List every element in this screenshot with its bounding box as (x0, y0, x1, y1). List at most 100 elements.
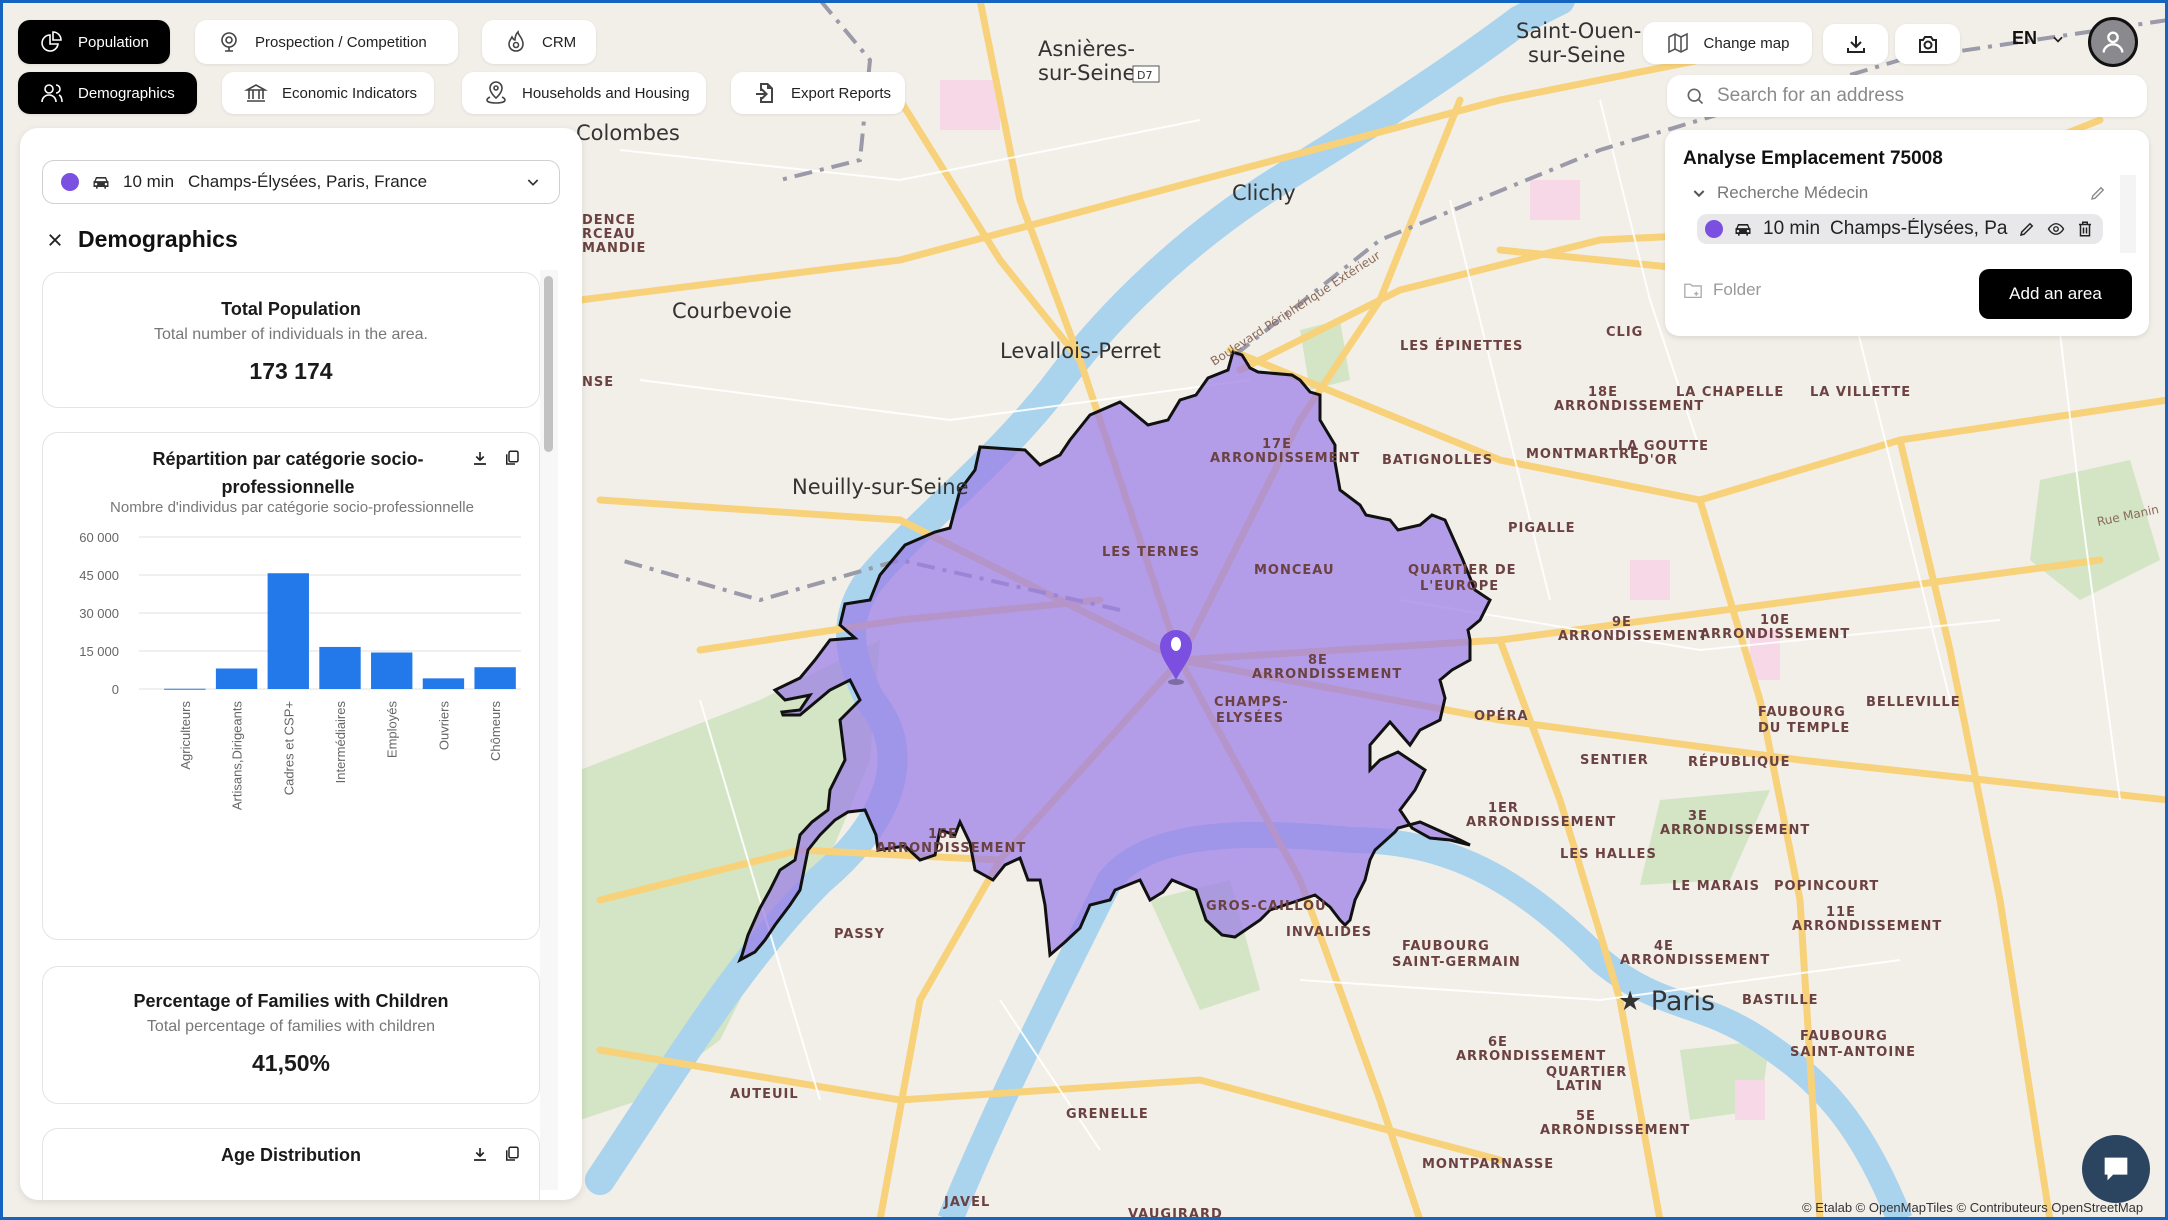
search-icon (1687, 88, 1704, 105)
svg-text:8E: 8E (1308, 653, 1328, 668)
svg-text:16E: 16E (928, 827, 958, 842)
svg-text:LES TERNES: LES TERNES (1102, 545, 1200, 560)
scrollbar-thumb[interactable] (544, 276, 553, 452)
label-courbevoie: Courbevoie (672, 299, 792, 323)
panel-title: Demographics (78, 226, 238, 252)
svg-text:AUTEUIL: AUTEUIL (730, 1087, 799, 1102)
svg-text:GROS-CAILLOU: GROS-CAILLOU (1206, 899, 1327, 914)
new-folder-button[interactable]: Folder (1683, 280, 1761, 300)
area-color-dot (61, 173, 79, 191)
label-paris: ★ Paris (1618, 986, 1715, 1017)
analysis-title: Analyse Emplacement 75008 (1683, 148, 1943, 169)
location-pin-icon (486, 81, 506, 104)
svg-text:ARRONDISSEMENT: ARRONDISSEMENT (1620, 953, 1770, 968)
folder-row[interactable]: Recherche Médecin (1691, 178, 2107, 208)
svg-text:D'OR: D'OR (1638, 453, 1678, 468)
language-selector[interactable]: EN (2012, 28, 2065, 49)
area-item[interactable]: 10 min Champs-Élysées, Paris, France (1697, 214, 2103, 244)
panel-scrollbar[interactable] (540, 270, 558, 1190)
tab-prospection-label: Prospection / Competition (255, 33, 427, 51)
bar-cadres-et-csp-[interactable] (267, 573, 309, 689)
add-area-button[interactable]: Add an area (1979, 269, 2132, 319)
svg-text:RÉPUBLIQUE: RÉPUBLIQUE (1688, 754, 1791, 770)
subtab-economic-label: Economic Indicators (282, 84, 418, 102)
svg-text:L'EUROPE: L'EUROPE (1420, 579, 1499, 594)
copy-icon[interactable] (503, 1145, 521, 1163)
y-tick-label: 60 000 (79, 530, 119, 545)
svg-text:MONCEAU: MONCEAU (1254, 563, 1335, 578)
svg-text:PIGALLE: PIGALLE (1508, 521, 1576, 536)
edit-area-icon[interactable] (2018, 220, 2036, 238)
road-shield-d7: D7 (1132, 65, 1160, 83)
bar-agriculteurs[interactable] (164, 688, 206, 690)
subtab-households-housing[interactable]: Households and Housing (462, 72, 706, 114)
eye-icon[interactable] (2046, 220, 2066, 238)
svg-text:DU TEMPLE: DU TEMPLE (1758, 721, 1850, 736)
svg-text:INVALIDES: INVALIDES (1286, 925, 1372, 940)
user-avatar[interactable] (2088, 17, 2138, 67)
svg-text:MONTPARNASSE: MONTPARNASSE (1422, 1157, 1554, 1172)
svg-text:PASSY: PASSY (834, 927, 885, 942)
search-input[interactable] (1717, 85, 2129, 107)
svg-text:LES ÉPINETTES: LES ÉPINETTES (1400, 338, 1523, 354)
svg-text:POPINCOURT: POPINCOURT (1774, 879, 1879, 894)
subtab-demographics-label: Demographics (78, 84, 175, 102)
label-saint-ouen: Saint-Ouen- (1516, 19, 1641, 43)
svg-text:NSE: NSE (582, 375, 614, 390)
chart-subtitle: Nombre d'individus par catégorie socio-p… (110, 499, 474, 516)
csp-bar-chart: Nombre d'individus par catégorie socio-p… (79, 499, 521, 810)
label-neuilly: Neuilly-sur-Seine (792, 475, 969, 499)
x-tick-label: Ouvriers (436, 701, 451, 751)
age-title: Age Distribution (221, 1145, 361, 1165)
bar-ch-meurs[interactable] (474, 667, 516, 689)
svg-text:11E: 11E (1826, 905, 1856, 920)
subtab-export-reports[interactable]: Export Reports (731, 72, 905, 114)
bar-ouvriers[interactable] (422, 678, 465, 689)
bar-employ-s[interactable] (371, 652, 413, 689)
users-icon (41, 84, 63, 103)
tab-crm[interactable]: CRM (482, 20, 596, 64)
edit-folder-icon[interactable] (2089, 184, 2107, 202)
svg-text:SENTIER: SENTIER (1580, 753, 1649, 768)
bar-interm-diaires[interactable] (319, 646, 361, 689)
label-levallois: Levallois-Perret (1000, 339, 1161, 363)
change-map-button[interactable]: Change map (1643, 22, 1812, 64)
language-label: EN (2012, 28, 2038, 48)
address-search[interactable] (1667, 75, 2147, 117)
svg-text:OPÉRA: OPÉRA (1474, 708, 1529, 724)
screenshot-button[interactable] (1895, 24, 1960, 64)
x-tick-label: Employés (385, 701, 400, 759)
chat-button[interactable] (2082, 1135, 2150, 1203)
folder-plus-icon (1684, 283, 1702, 299)
area-selector[interactable]: 10 min Champs-Élysées, Paris, France (42, 160, 560, 204)
close-icon[interactable] (46, 231, 64, 249)
area-list-scrollbar[interactable] (2120, 175, 2136, 253)
x-tick-label: Chômeurs (488, 701, 503, 761)
svg-text:ARRONDISSEMENT: ARRONDISSEMENT (1792, 919, 1942, 934)
tab-population[interactable]: Population (18, 20, 170, 64)
label-asnieres: Asnières- (1038, 37, 1135, 61)
chat-icon (2104, 1157, 2128, 1181)
subtab-economic-indicators[interactable]: Economic Indicators (222, 72, 434, 114)
svg-text:17E: 17E (1262, 437, 1292, 452)
total-population-value: 173 174 (249, 358, 333, 384)
subtab-demographics[interactable]: Demographics (18, 72, 197, 114)
area-duration: 10 min (1763, 218, 1821, 239)
svg-text:6E: 6E (1488, 1035, 1508, 1050)
x-tick-label: Agriculteurs (178, 701, 193, 770)
trash-icon[interactable] (2076, 220, 2094, 238)
tab-prospection[interactable]: Prospection / Competition (195, 20, 458, 64)
download-button[interactable] (1823, 24, 1888, 64)
webcam-icon (221, 32, 237, 52)
download-icon[interactable] (471, 1145, 489, 1163)
new-folder-label: Folder (1713, 280, 1762, 299)
bar-artisans-dirigeants[interactable] (215, 668, 258, 689)
svg-text:MANDIE: MANDIE (582, 241, 646, 256)
pie-chart-icon (41, 31, 62, 52)
total-population-subtitle: Total number of individuals in the area. (154, 326, 428, 343)
total-population-title: Total Population (221, 299, 361, 319)
selector-address: Champs-Élysées, Paris, France (188, 172, 428, 191)
chevron-down-icon[interactable] (1691, 185, 1707, 201)
svg-text:RCEAU: RCEAU (582, 227, 636, 242)
flame-icon (508, 30, 524, 52)
